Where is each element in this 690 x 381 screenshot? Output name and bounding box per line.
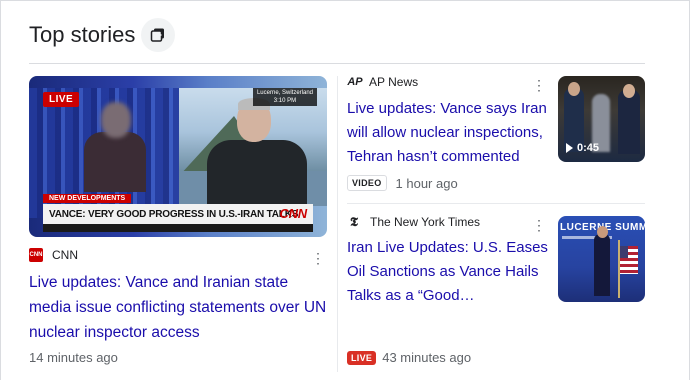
story-time: LIVE 43 minutes ago bbox=[347, 350, 471, 365]
story-source-ap[interactable]: AP AP News bbox=[347, 75, 418, 89]
more-vert-icon: ⋮ bbox=[311, 249, 325, 266]
column-divider bbox=[337, 76, 338, 372]
source-name: The New York Times bbox=[370, 215, 481, 229]
more-options-button[interactable]: ⋮ bbox=[531, 215, 547, 235]
more-stories-button[interactable] bbox=[141, 18, 175, 52]
thumbnail-chyron: VANCE: VERY GOOD PROGRESS IN U.S.-IRAN T… bbox=[43, 204, 313, 224]
live-badge: LIVE bbox=[347, 350, 377, 365]
more-options-button[interactable]: ⋮ bbox=[310, 248, 326, 268]
more-options-button[interactable]: ⋮ bbox=[531, 75, 547, 95]
story-time: VIDEO 1 hour ago bbox=[347, 175, 458, 191]
nyt-favicon: 𝕿 bbox=[350, 214, 358, 230]
video-badge: VIDEO bbox=[347, 175, 387, 191]
story-headline[interactable]: Live updates: Vance says Iran will allow… bbox=[347, 97, 552, 169]
story-thumbnail-cnn[interactable]: LIVE Lucerne, Switzerland 3:10 PM NEW DE… bbox=[29, 76, 327, 237]
play-icon bbox=[566, 143, 573, 153]
thumbnail-location: Lucerne, Switzerland 3:10 PM bbox=[252, 88, 317, 106]
cnn-favicon: CNN bbox=[29, 248, 43, 262]
stack-icon bbox=[150, 28, 164, 42]
thumbnail-lower-third-tag: NEW DEVELOPMENTS bbox=[43, 194, 132, 203]
thumbnail-live-badge: LIVE bbox=[43, 92, 80, 107]
more-vert-icon: ⋮ bbox=[532, 76, 546, 93]
source-name: CNN bbox=[52, 248, 78, 262]
anchor-figure bbox=[84, 102, 146, 192]
top-stories-header: Top stories bbox=[29, 18, 135, 52]
story-headline[interactable]: Live updates: Vance and Iranian state me… bbox=[29, 270, 329, 345]
more-vert-icon: ⋮ bbox=[532, 216, 546, 233]
story-thumbnail-ap[interactable]: 0:45 bbox=[558, 76, 645, 162]
source-name: AP News bbox=[369, 75, 419, 89]
story-thumbnail-nyt[interactable]: LUCERNE SUMMIT bbox=[558, 216, 645, 302]
section-title: Top stories bbox=[29, 22, 136, 47]
row-divider bbox=[347, 203, 645, 204]
header-divider bbox=[29, 63, 645, 64]
story-source-nyt[interactable]: 𝕿 The New York Times bbox=[347, 214, 481, 230]
guest-figure bbox=[207, 98, 307, 210]
story-headline[interactable]: Iran Live Updates: U.S. Eases Oil Sancti… bbox=[347, 236, 552, 308]
cnn-logo: CNN bbox=[279, 206, 307, 221]
story-source-cnn[interactable]: CNN CNN bbox=[29, 248, 78, 262]
ap-favicon: AP bbox=[347, 76, 363, 88]
video-duration: 0:45 bbox=[566, 142, 599, 154]
story-time: 14 minutes ago bbox=[29, 350, 118, 365]
